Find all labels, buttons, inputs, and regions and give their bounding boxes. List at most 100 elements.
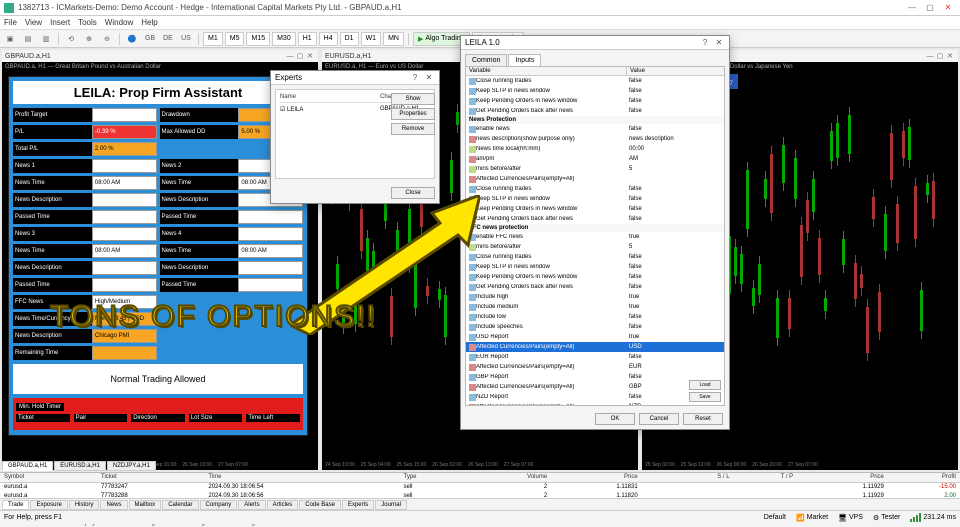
input-row[interactable]: Include hightrue	[466, 292, 724, 302]
terminal-tab[interactable]: News	[100, 500, 127, 510]
chart-close-icon[interactable]: ✕	[945, 52, 955, 60]
input-row[interactable]: am/pmAM	[466, 154, 724, 164]
tf-button[interactable]: D1	[340, 32, 359, 46]
tool-generic[interactable]: ▣	[2, 32, 18, 46]
flag-icon[interactable]: DE	[160, 32, 176, 46]
tf-button[interactable]: M15	[246, 32, 270, 46]
terminal-tab[interactable]: Journal	[375, 500, 407, 510]
chart-close-icon[interactable]: ✕	[305, 52, 315, 60]
terminal-tab[interactable]: Articles	[267, 500, 299, 510]
term-col[interactable]: Price	[797, 473, 888, 482]
chart-min-icon[interactable]: —	[285, 53, 295, 60]
input-row[interactable]: Keep Pending Orders in news windowfalse	[466, 272, 724, 282]
terminal-tab[interactable]: Code Base	[299, 500, 341, 510]
input-row[interactable]: News time local(hh:mm)00:00	[466, 144, 724, 154]
tool-generic[interactable]: ▥	[38, 32, 54, 46]
flag-icon[interactable]: US	[178, 32, 194, 46]
term-col[interactable]: Ticket	[97, 473, 204, 482]
chart-min-icon[interactable]: —	[925, 53, 935, 60]
terminal-tab[interactable]: Company	[200, 500, 238, 510]
show-button[interactable]: Show	[391, 93, 435, 105]
input-row[interactable]: Close running tradesfalse	[466, 252, 724, 262]
input-row[interactable]: mins before/after5	[466, 164, 724, 174]
input-row[interactable]: NZD Reportfalse	[466, 392, 724, 402]
term-col[interactable]: Volume	[464, 473, 551, 482]
input-row[interactable]: Close running tradesfalse	[466, 184, 724, 194]
chart-tab[interactable]: NZDJPY.a,H1	[107, 461, 156, 471]
flag-icon[interactable]: GB	[142, 32, 158, 46]
menu-help[interactable]: Help	[141, 18, 157, 27]
menu-view[interactable]: View	[25, 18, 42, 27]
tool-generic[interactable]: ▤	[20, 32, 36, 46]
term-col[interactable]: T / P	[734, 473, 798, 482]
close-icon[interactable]: ✕	[940, 2, 956, 14]
input-row[interactable]: Get Pending Orders back after newsfalse	[466, 282, 724, 292]
help-icon[interactable]: ?	[699, 38, 711, 47]
close-icon[interactable]: ✕	[713, 38, 725, 47]
input-row[interactable]: Affected Currencies/Pairs(empty=All)GBP	[466, 382, 724, 392]
input-row[interactable]: Keep SLTP in news windowfalse	[466, 262, 724, 272]
flag-icon[interactable]: 🔵	[124, 32, 140, 46]
input-row[interactable]: Affected Currencies/Pairs(empty=All)USD	[466, 342, 724, 352]
terminal-tab[interactable]: Exposure	[30, 500, 67, 510]
input-row[interactable]: USD Reporttrue	[466, 332, 724, 342]
input-row[interactable]: Get Pending Orders back after newsfalse	[466, 106, 724, 116]
load-button[interactable]: Load	[689, 380, 721, 390]
input-row[interactable]: enable FFC newstrue	[466, 232, 724, 242]
tf-button[interactable]: MN	[383, 32, 404, 46]
minimize-icon[interactable]: —	[904, 2, 920, 14]
save-button[interactable]: Save	[689, 392, 721, 402]
input-row[interactable]: Keep SLTP in news windowfalse	[466, 86, 724, 96]
input-row[interactable]: Affected Currencies/Pairs(empty=All)	[466, 174, 724, 184]
cancel-button[interactable]: Cancel	[639, 413, 679, 425]
term-col[interactable]: Price	[551, 473, 642, 482]
reset-button[interactable]: Reset	[683, 413, 723, 425]
input-row[interactable]: Include mediumtrue	[466, 302, 724, 312]
input-row[interactable]: GBP Reportfalse	[466, 372, 724, 382]
input-row[interactable]: enable newsfalse	[466, 124, 724, 134]
ok-button[interactable]: OK	[595, 413, 635, 425]
tab-inputs[interactable]: Inputs	[508, 54, 541, 66]
tool-generic[interactable]: ⊖	[99, 32, 115, 46]
input-row[interactable]: Close running tradesfalse	[466, 76, 724, 86]
tf-button[interactable]: H1	[298, 32, 317, 46]
tab-common[interactable]: Common	[465, 54, 507, 66]
term-col[interactable]: Time	[204, 473, 399, 482]
input-row[interactable]: Get Pending Orders back after newsfalse	[466, 214, 724, 224]
chart-tab[interactable]: EURUSD.a,H1	[54, 461, 106, 471]
tf-button[interactable]: M5	[225, 32, 245, 46]
term-col[interactable]: Symbol	[0, 473, 97, 482]
tool-generic[interactable]: ⟲	[63, 32, 79, 46]
input-row[interactable]: Keep Pending Orders in news windowfalse	[466, 96, 724, 106]
input-row[interactable]: news description(show purpose only)news …	[466, 134, 724, 144]
term-col[interactable]: Type	[399, 473, 464, 482]
tf-button[interactable]: M30	[272, 32, 296, 46]
close-button[interactable]: Close	[391, 187, 435, 199]
chart-tab[interactable]: GBPAUD.a,H1	[2, 461, 53, 471]
chart-max-icon[interactable]: ▢	[935, 52, 945, 60]
trade-row[interactable]: eurusd.a777832472024.09.30 18:06:54sell2…	[0, 482, 960, 491]
menu-tools[interactable]: Tools	[78, 18, 97, 27]
input-list[interactable]: VariableValue Close running tradesfalseK…	[465, 66, 725, 406]
menu-file[interactable]: File	[4, 18, 17, 27]
menu-window[interactable]: Window	[105, 18, 133, 27]
maximize-icon[interactable]: ▢	[922, 2, 938, 14]
chart-max-icon[interactable]: ▢	[295, 52, 305, 60]
help-icon[interactable]: ?	[409, 73, 421, 82]
input-row[interactable]: Keep Pending Orders in news windowfalse	[466, 204, 724, 214]
term-col[interactable]: Profit	[888, 473, 960, 482]
input-row[interactable]: Keep SLTP in news windowfalse	[466, 194, 724, 204]
close-icon[interactable]: ✕	[423, 73, 435, 82]
term-col[interactable]: S / L	[642, 473, 734, 482]
tf-button[interactable]: W1	[361, 32, 382, 46]
remove-button[interactable]: Remove	[391, 123, 435, 135]
terminal-tab[interactable]: Mailbox	[129, 500, 162, 510]
terminal-tab[interactable]: Calendar	[162, 500, 198, 510]
input-row[interactable]: Include lowfalse	[466, 312, 724, 322]
input-row[interactable]: Affected Currencies/Pairs(empty=All)EUR	[466, 362, 724, 372]
tool-generic[interactable]: ⊕	[81, 32, 97, 46]
terminal-tab[interactable]: History	[69, 500, 100, 510]
input-row[interactable]: Include speechesfalse	[466, 322, 724, 332]
input-row[interactable]: mins before/after5	[466, 242, 724, 252]
input-row[interactable]: Affected Currencies/Pairs(empty=All)NZD	[466, 402, 724, 406]
